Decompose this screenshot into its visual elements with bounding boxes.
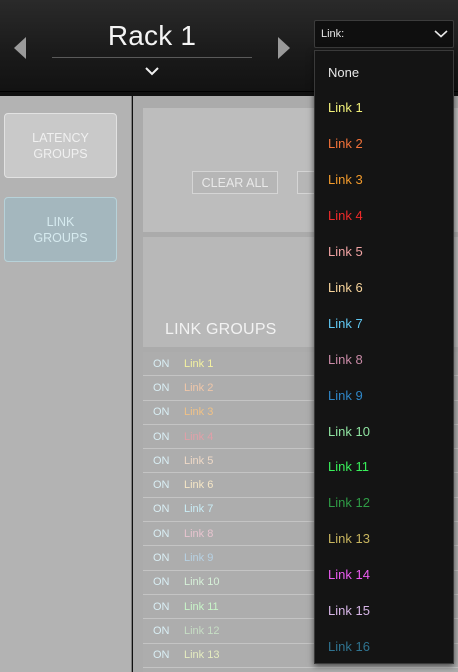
group-on-toggle[interactable]: ON	[143, 406, 179, 418]
clear-all-button[interactable]: CLEAR ALL	[192, 171, 278, 194]
group-name[interactable]: Link 11	[179, 601, 299, 613]
dropdown-item[interactable]: Link 9	[315, 378, 453, 412]
link-select-label: Link:	[321, 28, 345, 40]
group-name[interactable]: Link 2	[179, 382, 299, 394]
group-name[interactable]: Link 1	[179, 358, 299, 370]
group-name[interactable]: Link 5	[179, 455, 299, 467]
group-on-toggle[interactable]: ON	[143, 503, 179, 515]
triangle-left-icon	[14, 37, 26, 59]
group-name[interactable]: Link 6	[179, 479, 299, 491]
latency-groups-line-1: LATENCY	[32, 130, 89, 145]
group-name[interactable]: Link 10	[179, 576, 299, 588]
dropdown-item[interactable]: Link 13	[315, 522, 453, 556]
latency-groups-line-2: GROUPS	[33, 146, 88, 161]
latency-groups-label: LATENCY GROUPS	[32, 130, 89, 162]
group-name[interactable]: Link 13	[179, 649, 299, 661]
dropdown-item[interactable]: Link 14	[315, 558, 453, 592]
group-name[interactable]: Link 7	[179, 503, 299, 515]
dropdown-item[interactable]: Link 6	[315, 270, 453, 304]
rack-title: Rack 1	[107, 20, 197, 51]
group-on-toggle[interactable]: ON	[143, 358, 179, 370]
previous-rack-button[interactable]	[8, 30, 32, 66]
dropdown-item[interactable]: Link 1	[315, 91, 453, 125]
dropdown-item[interactable]: Link 5	[315, 235, 453, 269]
rack-menu-button[interactable]	[141, 64, 163, 78]
dropdown-item[interactable]: Link 11	[315, 450, 453, 484]
triangle-right-icon	[278, 37, 290, 59]
link-groups-heading: LINK GROUPS	[165, 321, 277, 338]
group-on-toggle[interactable]: ON	[143, 479, 179, 491]
sidebar: LATENCY GROUPS LINK GROUPS	[0, 96, 132, 672]
dropdown-item[interactable]: Link 4	[315, 199, 453, 233]
dropdown-item[interactable]: Link 10	[315, 414, 453, 448]
latency-groups-button[interactable]: LATENCY GROUPS	[4, 113, 117, 178]
link-groups-line-2: GROUPS	[33, 230, 88, 245]
dropdown-item[interactable]: None	[315, 55, 453, 89]
link-groups-line-1: LINK	[46, 214, 75, 229]
group-on-toggle[interactable]: ON	[143, 528, 179, 540]
group-on-toggle[interactable]: ON	[143, 455, 179, 467]
group-on-toggle[interactable]: ON	[143, 431, 179, 443]
dropdown-item[interactable]: Link 8	[315, 342, 453, 376]
group-name[interactable]: Link 9	[179, 552, 299, 564]
group-on-toggle[interactable]: ON	[143, 601, 179, 613]
link-groups-label: LINK GROUPS	[33, 214, 87, 246]
group-on-toggle[interactable]: ON	[143, 625, 179, 637]
group-name[interactable]: Link 12	[179, 625, 299, 637]
group-on-toggle[interactable]: ON	[143, 576, 179, 588]
group-on-toggle[interactable]: ON	[143, 552, 179, 564]
chevron-down-icon	[145, 66, 159, 75]
dropdown-item[interactable]: Link 15	[315, 594, 453, 628]
dropdown-item[interactable]: Link 7	[315, 306, 453, 340]
next-rack-button[interactable]	[272, 30, 296, 66]
dropdown-item[interactable]: Link 3	[315, 163, 453, 197]
dropdown-item[interactable]: Link 2	[315, 127, 453, 161]
group-name[interactable]: Link 8	[179, 528, 299, 540]
link-select[interactable]: Link:	[314, 20, 454, 48]
group-on-toggle[interactable]: ON	[143, 649, 179, 661]
dropdown-item[interactable]: Link 12	[315, 486, 453, 520]
link-groups-button[interactable]: LINK GROUPS	[4, 197, 117, 262]
chevron-down-icon	[429, 20, 453, 48]
group-name[interactable]: Link 4	[179, 431, 299, 443]
title-divider	[52, 57, 252, 58]
group-name[interactable]: Link 3	[179, 406, 299, 418]
link-dropdown-menu: None Link 1 Link 2 Link 3 Link 4 Link 5 Link 6…	[314, 50, 454, 664]
dropdown-item[interactable]: Link 16	[315, 629, 453, 663]
group-on-toggle[interactable]: ON	[143, 382, 179, 394]
